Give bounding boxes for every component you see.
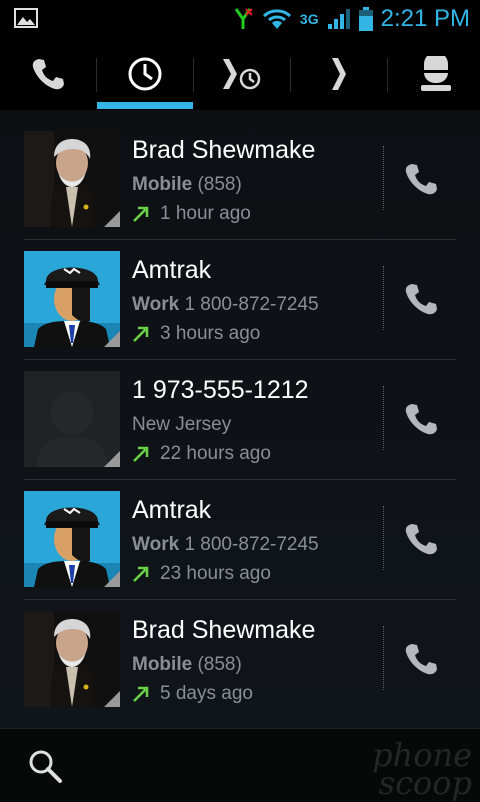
outgoing-call-arrow-icon bbox=[133, 446, 149, 462]
number-detail: Work 1 800-872-7245 bbox=[132, 534, 319, 556]
divider bbox=[383, 506, 384, 570]
tab-bar bbox=[0, 38, 480, 110]
tab-recent-contacts[interactable] bbox=[194, 38, 290, 110]
contact-photo[interactable] bbox=[24, 491, 120, 587]
call-log-item[interactable]: Amtrak Work 1 800-872-7245 23 hours ago bbox=[24, 480, 456, 600]
phone-number: (858) bbox=[197, 174, 242, 195]
battery-icon bbox=[358, 7, 373, 31]
number-detail: Work 1 800-872-7245 bbox=[132, 294, 319, 316]
wifi-icon bbox=[262, 8, 292, 30]
call-button[interactable] bbox=[390, 624, 452, 694]
phone-icon bbox=[405, 404, 437, 435]
network-type-indicator: 3G bbox=[300, 11, 319, 27]
call-time: 1 hour ago bbox=[160, 203, 251, 224]
location-label: New Jersey bbox=[132, 414, 232, 435]
watermark-line-2: scoop bbox=[378, 764, 472, 802]
contact-name: Brad Shewmake bbox=[132, 616, 316, 644]
call-time-line: 1 hour ago bbox=[132, 203, 251, 225]
number-detail: Mobile (858) bbox=[132, 654, 242, 676]
divider bbox=[383, 266, 384, 330]
outgoing-call-arrow-icon bbox=[133, 686, 149, 702]
number-detail: New Jersey bbox=[132, 414, 231, 436]
person-icon bbox=[421, 56, 451, 91]
outgoing-call-arrow-icon bbox=[133, 206, 149, 222]
phone-icon bbox=[405, 524, 437, 555]
call-log-item[interactable]: Amtrak Work 1 800-872-7245 3 hours ago bbox=[24, 240, 456, 360]
clock-chevron-icon bbox=[223, 59, 261, 90]
contact-name: Brad Shewmake bbox=[132, 136, 316, 164]
chevron-icon bbox=[332, 58, 346, 90]
call-log-item[interactable]: 1 973-555-1212 New Jersey 22 hours ago bbox=[24, 360, 456, 480]
clock-icon bbox=[128, 57, 162, 91]
phone-number: 1 800-872-7245 bbox=[184, 294, 319, 315]
network-type-label: 3G bbox=[299, 11, 319, 27]
divider bbox=[383, 386, 384, 450]
number-type: Work bbox=[132, 534, 180, 555]
call-button[interactable] bbox=[390, 144, 452, 214]
call-log-item[interactable]: Brad Shewmake Mobile (858) 5 days ago bbox=[24, 600, 456, 720]
search-button[interactable] bbox=[22, 743, 68, 789]
call-time-line: 3 hours ago bbox=[132, 323, 260, 345]
number-type: Mobile bbox=[132, 174, 193, 195]
call-time: 23 hours ago bbox=[160, 563, 271, 584]
outgoing-call-arrow-icon bbox=[133, 566, 149, 582]
clock-time: 2:21 PM bbox=[380, 5, 470, 32]
call-time-line: 5 days ago bbox=[132, 683, 253, 705]
contact-name: 1 973-555-1212 bbox=[132, 376, 309, 404]
phone-icon bbox=[405, 644, 437, 675]
phone-icon bbox=[405, 284, 437, 315]
contact-name: Amtrak bbox=[132, 256, 212, 284]
outgoing-call-arrow-icon bbox=[133, 326, 149, 342]
number-detail: Mobile (858) bbox=[132, 174, 242, 196]
call-log-list[interactable]: Brad Shewmake Mobile (858) 1 hour ago Am… bbox=[0, 110, 480, 728]
call-time-line: 23 hours ago bbox=[132, 563, 271, 585]
tab-call-log[interactable] bbox=[97, 38, 193, 110]
call-log-item[interactable]: Brad Shewmake Mobile (858) 1 hour ago bbox=[24, 120, 456, 240]
phone-number: 1 800-872-7245 bbox=[184, 534, 319, 555]
divider bbox=[383, 146, 384, 210]
bottom-action-bar: phone scoop bbox=[0, 728, 480, 801]
phone-number: (858) bbox=[197, 654, 242, 675]
number-type: Mobile bbox=[132, 654, 193, 675]
search-icon bbox=[29, 750, 62, 783]
signal-y-icon bbox=[234, 7, 254, 31]
call-time-line: 22 hours ago bbox=[132, 443, 271, 465]
tab-dialer[interactable] bbox=[0, 38, 96, 110]
call-time: 3 hours ago bbox=[160, 323, 261, 344]
call-button[interactable] bbox=[390, 264, 452, 334]
gallery-notification-icon bbox=[14, 8, 38, 28]
contact-photo-placeholder[interactable] bbox=[24, 371, 120, 467]
cell-signal-icon bbox=[327, 8, 351, 30]
selected-tab-indicator bbox=[97, 102, 193, 109]
call-button[interactable] bbox=[390, 384, 452, 454]
status-bar: 3G 2:21 PM bbox=[0, 0, 480, 38]
divider bbox=[383, 626, 384, 690]
call-button[interactable] bbox=[390, 504, 452, 574]
call-time: 5 days ago bbox=[160, 683, 253, 704]
phone-icon bbox=[32, 59, 64, 90]
tab-contacts[interactable] bbox=[388, 38, 480, 110]
contact-name: Amtrak bbox=[132, 496, 212, 524]
contact-photo[interactable] bbox=[24, 251, 120, 347]
phone-icon bbox=[405, 164, 437, 195]
contact-photo[interactable] bbox=[24, 131, 120, 227]
watermark-logo: phone scoop bbox=[372, 739, 472, 802]
tab-favorites[interactable] bbox=[291, 38, 387, 110]
number-type: Work bbox=[132, 294, 180, 315]
call-time: 22 hours ago bbox=[160, 443, 271, 464]
contact-photo[interactable] bbox=[24, 611, 120, 707]
